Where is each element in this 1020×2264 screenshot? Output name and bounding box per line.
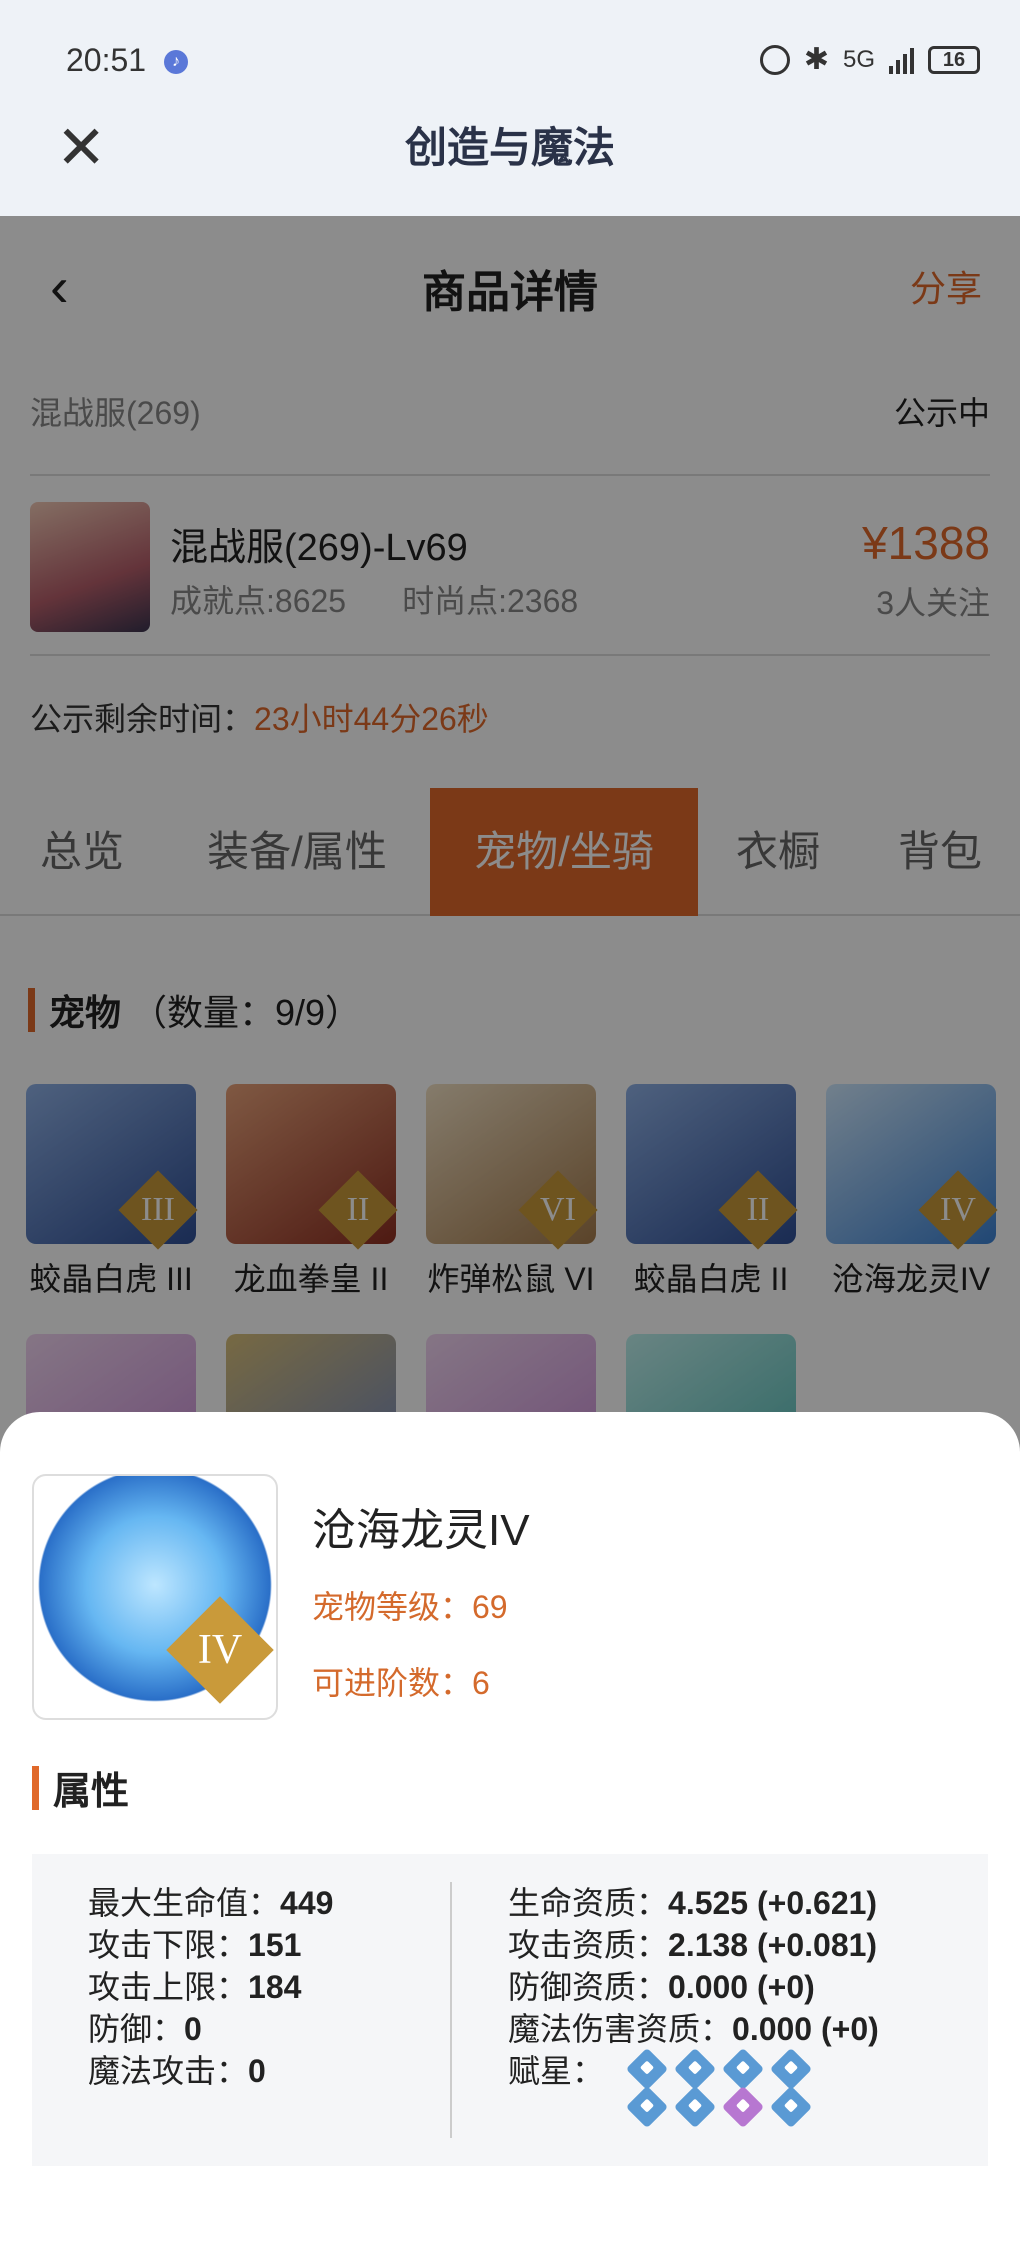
- pet-rank-badge: IV: [166, 1596, 274, 1704]
- pet-name: 沧海龙灵IV: [312, 1506, 530, 1555]
- attr-row: 防御资质：0.000 (+0): [508, 1969, 815, 2005]
- signal-icon: [889, 46, 914, 74]
- star-row: 赋星：: [508, 2047, 879, 2129]
- status-bar: 20:51 ♪ ✱ 5G 16: [0, 0, 1020, 120]
- star-icon: [673, 2085, 717, 2129]
- attr-row: 魔法攻击：0: [88, 2053, 266, 2089]
- star-icon: [721, 2085, 765, 2129]
- divider: [450, 1882, 452, 2138]
- battery-icon: 16: [928, 45, 980, 74]
- attr-row: 最大生命值：449: [88, 1885, 334, 1921]
- star-icon: [673, 2047, 717, 2091]
- section-accent: [32, 1765, 39, 1810]
- star-icon: [769, 2085, 813, 2129]
- alarm-icon: [759, 44, 790, 75]
- attributes-title: 属性: [53, 1771, 130, 1813]
- star-icon: [625, 2085, 669, 2129]
- attributes-left: 最大生命值：449 攻击下限：151 攻击上限：184 防御：0 魔法攻击：0: [88, 1882, 333, 2092]
- attr-row: 魔法伤害资质：0.000 (+0): [508, 2011, 879, 2047]
- app-title: 创造与魔法: [404, 124, 615, 171]
- pet-advance-count: 可进阶数：6: [312, 1665, 490, 1701]
- status-icons: ✱ 5G 16: [759, 42, 980, 77]
- attr-row: 生命资质：4.525 (+0.621): [508, 1885, 878, 1921]
- attr-row: 攻击下限：151: [88, 1927, 302, 1963]
- star-icon: [769, 2047, 813, 2091]
- star-label: 赋星：: [508, 2053, 605, 2089]
- attr-row: 攻击资质：2.138 (+0.081): [508, 1927, 878, 1963]
- status-time: 20:51: [66, 42, 147, 78]
- attributes-panel: 最大生命值：449 攻击下限：151 攻击上限：184 防御：0 魔法攻击：0 …: [32, 1854, 988, 2166]
- attributes-header: 属性: [32, 1760, 129, 1815]
- pet-avatar: IV: [32, 1474, 278, 1720]
- app-bar: ✕ 创造与魔法: [0, 118, 1020, 216]
- attr-row: 攻击上限：184: [88, 1969, 302, 2005]
- star-icon: [625, 2047, 669, 2091]
- star-grid: [625, 2047, 814, 2129]
- network-label: 5G: [842, 45, 875, 73]
- pet-level: 宠物等级：69: [312, 1589, 508, 1625]
- attr-row: 防御：0: [88, 2011, 202, 2047]
- star-icon: [721, 2047, 765, 2091]
- bluetooth-icon: ✱: [803, 43, 829, 76]
- pet-detail-sheet: IV 沧海龙灵IV 宠物等级：69 可进阶数：6 属性 最大生命值：449 攻击…: [0, 1412, 1020, 2264]
- music-icon: ♪: [164, 50, 188, 74]
- attributes-right: 生命资质：4.525 (+0.621) 攻击资质：2.138 (+0.081) …: [508, 1882, 879, 2129]
